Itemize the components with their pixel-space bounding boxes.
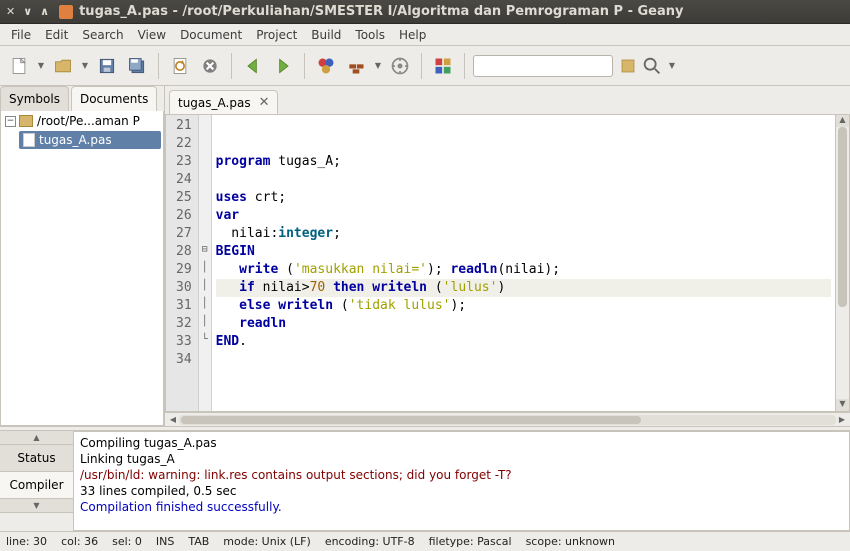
nav-back-button[interactable] xyxy=(240,52,266,80)
window-close-icon[interactable]: ✕ xyxy=(6,5,15,18)
tree-folder-label: /root/Pe...aman P xyxy=(37,114,140,128)
nav-forward-button[interactable] xyxy=(270,52,296,80)
sidebar: Symbols Documents − /root/Pe...aman P tu… xyxy=(0,86,165,426)
scroll-up-icon[interactable]: ▲ xyxy=(836,115,849,127)
scroll-left-icon[interactable]: ◀ xyxy=(167,415,179,424)
open-file-dropdown[interactable]: ▼ xyxy=(80,61,90,70)
compiler-output[interactable]: Compiling tugas_A.pasLinking tugas_A/usr… xyxy=(74,431,850,531)
menu-help[interactable]: Help xyxy=(392,26,433,44)
menu-project[interactable]: Project xyxy=(249,26,304,44)
scroll-thumb[interactable] xyxy=(838,127,847,307)
status-col: col: 36 xyxy=(61,535,98,548)
build-dropdown[interactable]: ▼ xyxy=(373,61,383,70)
save-all-button[interactable] xyxy=(124,52,150,80)
editor-tab-label: tugas_A.pas xyxy=(178,96,251,110)
code-content[interactable]: program tugas_A; uses crt;var nilai:inte… xyxy=(212,115,835,411)
run-button[interactable] xyxy=(387,52,413,80)
horizontal-scrollbar[interactable]: ◀ ▶ xyxy=(165,412,850,426)
line-number-gutter: 2122232425262728293031323334 xyxy=(166,115,198,411)
menu-document[interactable]: Document xyxy=(173,26,249,44)
menubar: File Edit Search View Document Project B… xyxy=(0,24,850,46)
window-minimize-icon[interactable]: ∨ xyxy=(23,5,32,18)
titlebar: ✕ ∨ ∧ tugas_A.pas - /root/Perkuliahan/SM… xyxy=(0,0,850,24)
open-file-button[interactable] xyxy=(50,52,76,80)
app-icon xyxy=(59,5,73,19)
menu-edit[interactable]: Edit xyxy=(38,26,75,44)
code-editor[interactable]: 2122232425262728293031323334 ⊟││││└ prog… xyxy=(165,114,850,412)
sidebar-tab-symbols[interactable]: Symbols xyxy=(0,86,69,111)
editor-tab[interactable]: tugas_A.pas ✕ xyxy=(169,90,278,114)
folder-icon xyxy=(19,115,33,127)
message-panel: ▲ Status Compiler ▼ Compiling tugas_A.pa… xyxy=(0,431,850,531)
compiler-message[interactable]: 33 lines compiled, 0.5 sec xyxy=(80,483,843,499)
status-ins[interactable]: INS xyxy=(156,535,174,548)
close-icon[interactable]: ✕ xyxy=(259,95,270,110)
toolbar: ▼ ▼ ▼ ▼ xyxy=(0,46,850,86)
search-dropdown[interactable]: ▼ xyxy=(667,61,677,70)
window-maximize-icon[interactable]: ∧ xyxy=(40,5,49,18)
compiler-message[interactable]: Compilation finished successfully. xyxy=(80,499,843,515)
panel-scroll-up[interactable]: ▲ xyxy=(0,431,73,445)
tree-collapse-icon[interactable]: − xyxy=(5,116,16,127)
compile-button[interactable] xyxy=(313,52,339,80)
fold-column[interactable]: ⊟││││└ xyxy=(198,115,212,411)
vertical-scrollbar[interactable]: ▲ ▼ xyxy=(835,115,849,411)
status-mode: mode: Unix (LF) xyxy=(223,535,311,548)
sidebar-tab-documents[interactable]: Documents xyxy=(71,86,157,111)
status-encoding: encoding: UTF-8 xyxy=(325,535,415,548)
status-scope: scope: unknown xyxy=(526,535,615,548)
reload-button[interactable] xyxy=(167,52,193,80)
new-file-button[interactable] xyxy=(6,52,32,80)
panel-tab-compiler[interactable]: Compiler xyxy=(0,472,73,499)
file-icon xyxy=(23,133,35,147)
status-filetype: filetype: Pascal xyxy=(429,535,512,548)
statusbar: line: 30 col: 36 sel: 0 INS TAB mode: Un… xyxy=(0,531,850,551)
scroll-right-icon[interactable]: ▶ xyxy=(836,415,848,424)
status-sel: sel: 0 xyxy=(112,535,142,548)
build-button[interactable] xyxy=(343,52,369,80)
status-line: line: 30 xyxy=(6,535,47,548)
hscroll-thumb[interactable] xyxy=(181,416,641,424)
search-go-icon[interactable] xyxy=(619,57,637,75)
compiler-message[interactable]: Compiling tugas_A.pas xyxy=(80,435,843,451)
search-icon[interactable] xyxy=(641,55,663,77)
menu-file[interactable]: File xyxy=(4,26,38,44)
compiler-message[interactable]: /usr/bin/ld: warning: link.res contains … xyxy=(80,467,843,483)
save-button[interactable] xyxy=(94,52,120,80)
search-input[interactable] xyxy=(473,55,613,77)
status-tab[interactable]: TAB xyxy=(188,535,209,548)
tree-file[interactable]: tugas_A.pas xyxy=(19,131,161,149)
scroll-down-icon[interactable]: ▼ xyxy=(836,399,849,411)
panel-tab-status[interactable]: Status xyxy=(0,445,73,472)
tree-file-label: tugas_A.pas xyxy=(39,133,112,147)
menu-build[interactable]: Build xyxy=(304,26,348,44)
panel-scroll-down[interactable]: ▼ xyxy=(0,499,73,513)
color-button[interactable] xyxy=(430,52,456,80)
tree-folder[interactable]: − /root/Pe...aman P xyxy=(3,113,161,129)
compiler-message[interactable]: Linking tugas_A xyxy=(80,451,843,467)
new-file-dropdown[interactable]: ▼ xyxy=(36,61,46,70)
menu-view[interactable]: View xyxy=(131,26,173,44)
menu-tools[interactable]: Tools xyxy=(348,26,392,44)
close-button[interactable] xyxy=(197,52,223,80)
window-title: tugas_A.pas - /root/Perkuliahan/SMESTER … xyxy=(79,4,683,19)
menu-search[interactable]: Search xyxy=(75,26,130,44)
